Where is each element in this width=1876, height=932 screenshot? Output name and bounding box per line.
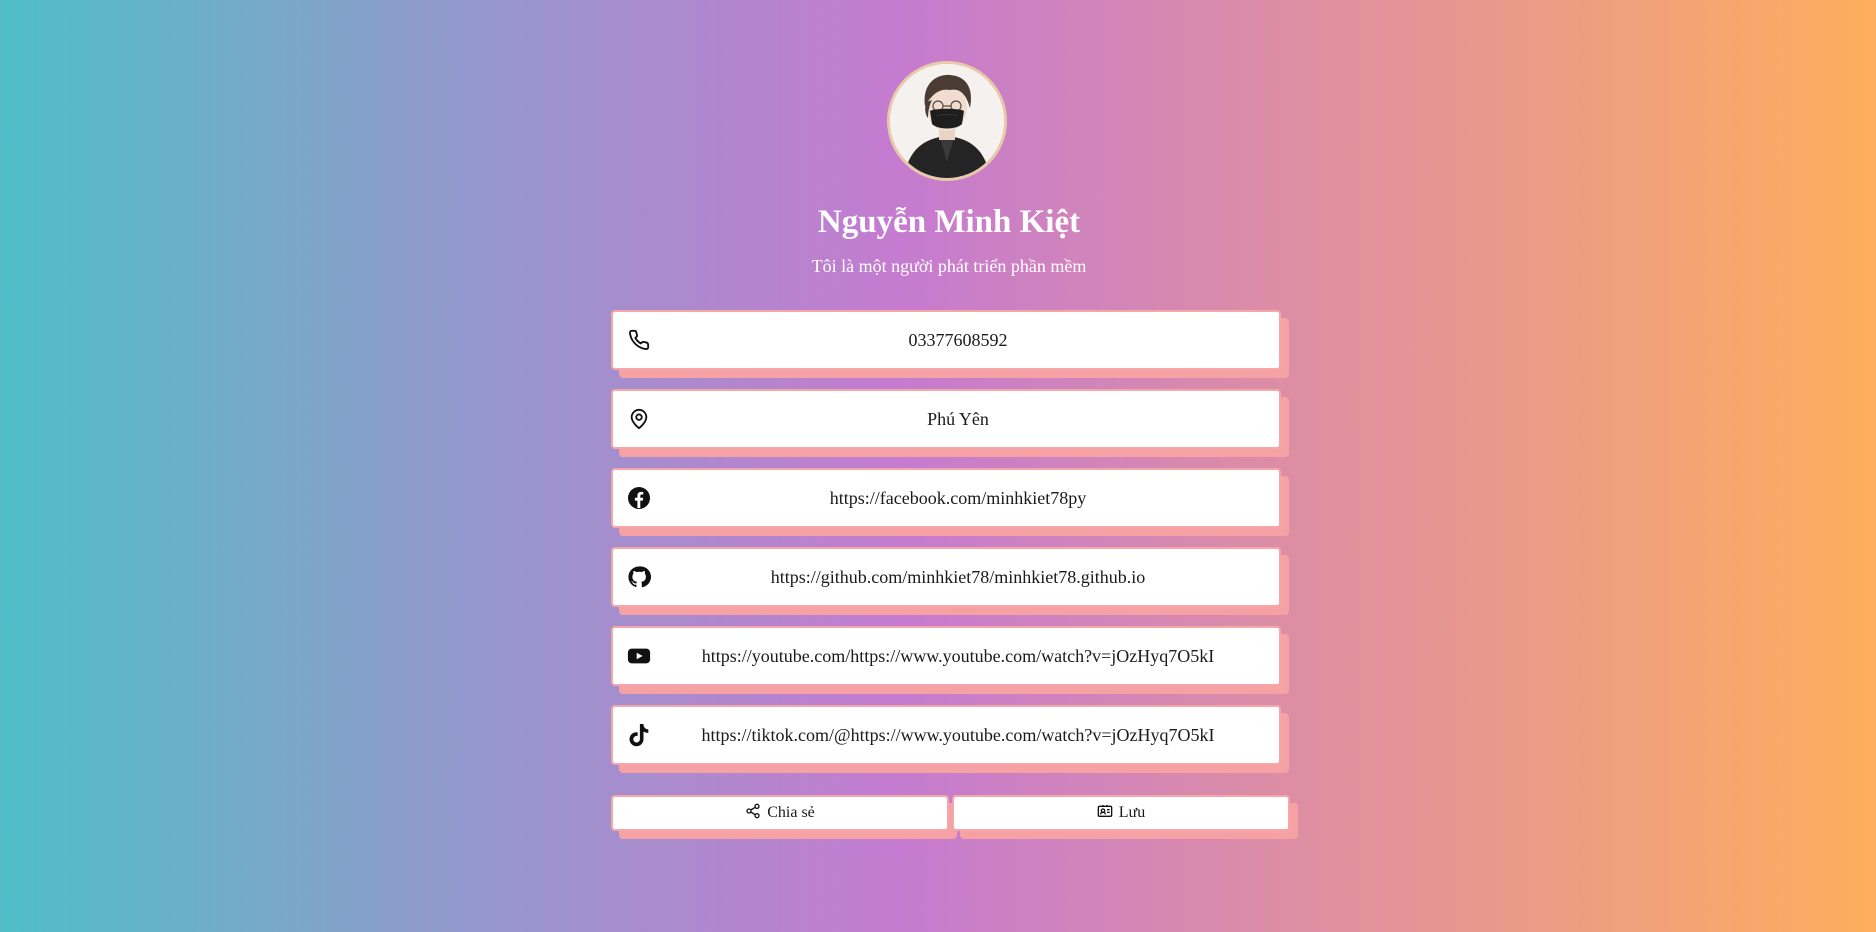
- save-contact-button[interactable]: Lưu: [952, 795, 1290, 831]
- facebook-icon: [627, 486, 651, 510]
- location-pin-icon: [627, 407, 651, 431]
- contact-card-github[interactable]: https://github.com/minhkiet78/minhkiet78…: [611, 547, 1281, 607]
- share-icon: [745, 803, 761, 824]
- share-button[interactable]: Chia sẻ: [611, 795, 949, 831]
- profile-name: Nguyễn Minh Kiệt: [817, 204, 1081, 240]
- contact-card-youtube[interactable]: https://youtube.com/https://www.youtube.…: [611, 626, 1281, 686]
- share-label: Chia sẻ: [767, 804, 815, 821]
- contact-github-text: https://github.com/minhkiet78/minhkiet78…: [770, 566, 1146, 587]
- save-label: Lưu: [1118, 804, 1146, 821]
- contact-facebook-text: https://facebook.com/minhkiet78py: [829, 487, 1087, 508]
- contact-card-tiktok[interactable]: https://tiktok.com/@https://www.youtube.…: [611, 705, 1281, 765]
- contact-tiktok-text: https://tiktok.com/@https://www.youtube.…: [701, 724, 1215, 745]
- contact-youtube-text: https://youtube.com/https://www.youtube.…: [701, 645, 1215, 666]
- avatar-image: [890, 64, 1004, 178]
- contact-card-icon: [1097, 803, 1113, 824]
- tiktok-icon: [627, 723, 651, 747]
- contact-card-phone[interactable]: 03377608592: [611, 310, 1281, 370]
- github-icon: [627, 565, 651, 589]
- avatar: [887, 61, 1007, 181]
- contact-location-text: Phú Yên: [927, 408, 989, 429]
- phone-icon: [627, 328, 651, 352]
- contact-card-location[interactable]: Phú Yên: [611, 389, 1281, 449]
- profile-bio: Tôi là một người phát triển phần mềm: [811, 256, 1087, 276]
- youtube-icon: [627, 644, 651, 668]
- contact-phone-text: 03377608592: [908, 329, 1008, 350]
- contact-card-facebook[interactable]: https://facebook.com/minhkiet78py: [611, 468, 1281, 528]
